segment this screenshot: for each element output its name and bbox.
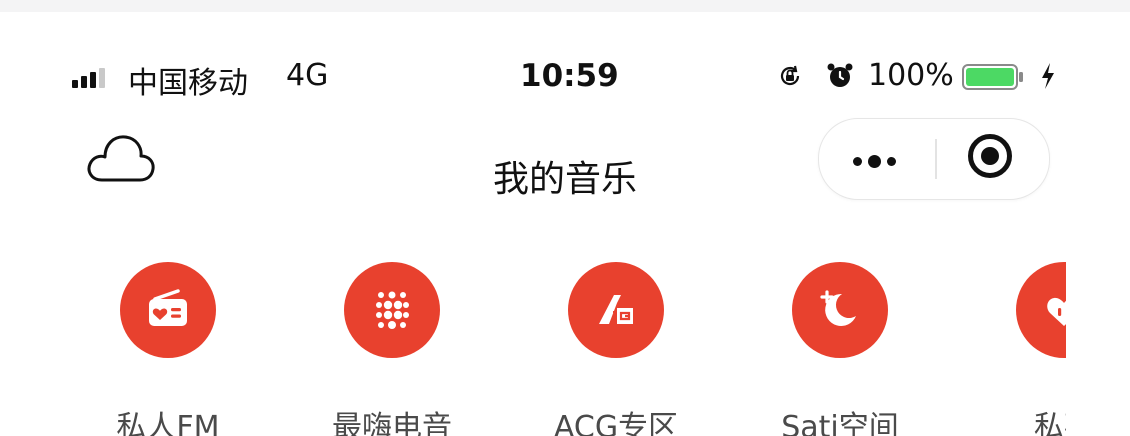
entry-icon-circle (120, 262, 216, 358)
entry-label: 私人FM (116, 410, 220, 436)
dot-grid-icon (376, 291, 409, 329)
acg-logo-icon (599, 295, 633, 324)
clock-time: 10:59 (520, 58, 619, 94)
entry-private-fm[interactable]: 私人FM (68, 262, 268, 436)
entry-label: Sati空间 (781, 410, 899, 436)
heart-bubble-icon (1047, 297, 1066, 326)
charging-bolt-icon (1042, 63, 1054, 89)
battery-icon (962, 64, 1023, 90)
entry-label: 最嗨电音 (332, 410, 452, 436)
mini-program-page: 中国移动 4G 10:59 100% 我的音乐 私人FM 最嗨电音 ACG专区 … (0, 12, 1130, 436)
carrier-name: 中国移动 (128, 66, 248, 101)
entry-edm[interactable]: 最嗨电音 (292, 262, 492, 436)
more-button[interactable] (819, 119, 934, 199)
music-category-row: 私人FM 最嗨电音 ACG专区 Sati空间 私 (0, 262, 1066, 436)
entry-private-collection[interactable]: 私藏 (964, 262, 1066, 436)
entry-icon-circle (568, 262, 664, 358)
close-button[interactable] (937, 119, 1049, 199)
entry-label: 私藏 (1034, 410, 1066, 436)
radio-heart-icon (149, 289, 187, 326)
alarm-clock-icon (827, 63, 853, 87)
status-bar: 中国移动 4G 10:59 100% (0, 12, 1130, 112)
entry-icon-circle (344, 262, 440, 358)
rotation-lock-icon (780, 65, 800, 86)
entry-acg-zone[interactable]: ACG专区 (516, 262, 716, 436)
entry-icon-circle (792, 262, 888, 358)
signal-strength-icon (72, 68, 105, 88)
moon-plus-icon (820, 290, 856, 326)
network-type: 4G (286, 58, 329, 93)
mini-program-capsule (818, 118, 1050, 200)
entry-label: ACG专区 (553, 410, 679, 436)
entry-icon-circle (1016, 262, 1066, 358)
entry-sati-space[interactable]: Sati空间 (740, 262, 940, 436)
battery-percentage: 100% (868, 58, 954, 93)
